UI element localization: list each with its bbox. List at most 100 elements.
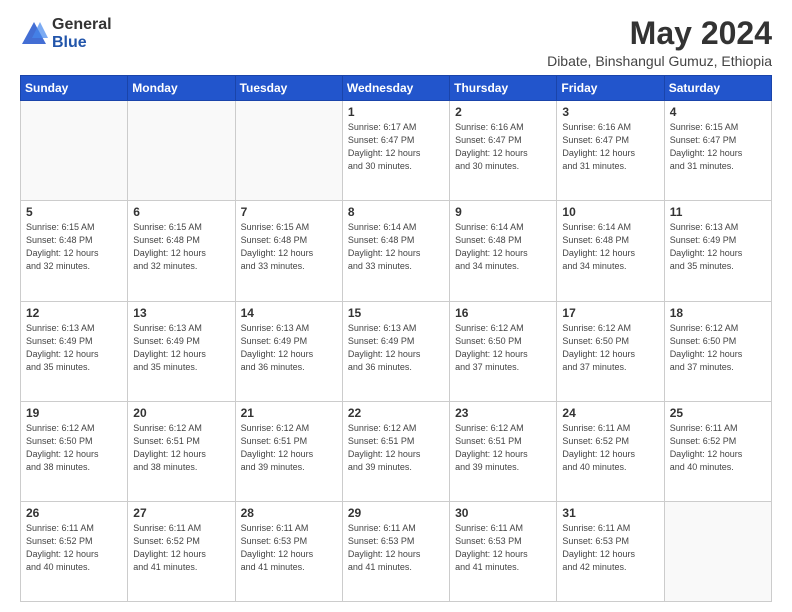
calendar-cell: 7 Sunrise: 6:15 AM Sunset: 6:48 PM Daylig… xyxy=(235,201,342,301)
day-number: 29 xyxy=(348,506,444,520)
calendar-cell: 4 Sunrise: 6:15 AM Sunset: 6:47 PM Daylig… xyxy=(664,101,771,201)
day-info: Sunrise: 6:11 AM Sunset: 6:53 PM Dayligh… xyxy=(455,522,551,574)
day-number: 6 xyxy=(133,205,229,219)
weekday-header-wednesday: Wednesday xyxy=(342,76,449,101)
calendar-cell: 26 Sunrise: 6:11 AM Sunset: 6:52 PM Dayli… xyxy=(21,501,128,601)
calendar-cell: 2Sunrise: 6:16 AM Sunset: 6:47 PM Daylig… xyxy=(450,101,557,201)
calendar-cell: 21Sunrise: 6:12 AM Sunset: 6:51 PM Dayli… xyxy=(235,401,342,501)
day-number: 25 xyxy=(670,406,766,420)
calendar-cell: 13 Sunrise: 6:13 AM Sunset: 6:49 PM Dayli… xyxy=(128,301,235,401)
day-info: Sunrise: 6:12 AM Sunset: 6:50 PM Dayligh… xyxy=(562,322,658,374)
calendar-cell: 3 Sunrise: 6:16 AM Sunset: 6:47 PM Daylig… xyxy=(557,101,664,201)
calendar-cell: 18 Sunrise: 6:12 AM Sunset: 6:50 PM Dayli… xyxy=(664,301,771,401)
day-number: 8 xyxy=(348,205,444,219)
calendar-cell: 27Sunrise: 6:11 AM Sunset: 6:52 PM Dayli… xyxy=(128,501,235,601)
calendar-cell: 6 Sunrise: 6:15 AM Sunset: 6:48 PM Daylig… xyxy=(128,201,235,301)
calendar-cell: 11 Sunrise: 6:13 AM Sunset: 6:49 PM Dayli… xyxy=(664,201,771,301)
day-info: Sunrise: 6:16 AM Sunset: 6:47 PM Dayligh… xyxy=(562,121,658,173)
week-row-1: 1Sunrise: 6:17 AM Sunset: 6:47 PM Daylig… xyxy=(21,101,772,201)
day-number: 31 xyxy=(562,506,658,520)
day-number: 2 xyxy=(455,105,551,119)
calendar-cell xyxy=(21,101,128,201)
weekday-header-saturday: Saturday xyxy=(664,76,771,101)
calendar-cell: 12Sunrise: 6:13 AM Sunset: 6:49 PM Dayli… xyxy=(21,301,128,401)
day-info: Sunrise: 6:15 AM Sunset: 6:47 PM Dayligh… xyxy=(670,121,766,173)
day-number: 28 xyxy=(241,506,337,520)
weekday-header-friday: Friday xyxy=(557,76,664,101)
day-number: 30 xyxy=(455,506,551,520)
day-info: Sunrise: 6:11 AM Sunset: 6:52 PM Dayligh… xyxy=(133,522,229,574)
day-info: Sunrise: 6:12 AM Sunset: 6:51 PM Dayligh… xyxy=(348,422,444,474)
day-info: Sunrise: 6:15 AM Sunset: 6:48 PM Dayligh… xyxy=(133,221,229,273)
day-number: 18 xyxy=(670,306,766,320)
day-info: Sunrise: 6:11 AM Sunset: 6:52 PM Dayligh… xyxy=(562,422,658,474)
day-info: Sunrise: 6:14 AM Sunset: 6:48 PM Dayligh… xyxy=(348,221,444,273)
day-info: Sunrise: 6:11 AM Sunset: 6:52 PM Dayligh… xyxy=(670,422,766,474)
calendar-cell: 15Sunrise: 6:13 AM Sunset: 6:49 PM Dayli… xyxy=(342,301,449,401)
calendar-cell: 23 Sunrise: 6:12 AM Sunset: 6:51 PM Dayli… xyxy=(450,401,557,501)
calendar-cell: 17 Sunrise: 6:12 AM Sunset: 6:50 PM Dayli… xyxy=(557,301,664,401)
day-number: 11 xyxy=(670,205,766,219)
day-info: Sunrise: 6:17 AM Sunset: 6:47 PM Dayligh… xyxy=(348,121,444,173)
day-number: 10 xyxy=(562,205,658,219)
day-number: 3 xyxy=(562,105,658,119)
day-info: Sunrise: 6:13 AM Sunset: 6:49 PM Dayligh… xyxy=(26,322,122,374)
day-info: Sunrise: 6:12 AM Sunset: 6:51 PM Dayligh… xyxy=(133,422,229,474)
day-info: Sunrise: 6:13 AM Sunset: 6:49 PM Dayligh… xyxy=(133,322,229,374)
day-info: Sunrise: 6:15 AM Sunset: 6:48 PM Dayligh… xyxy=(26,221,122,273)
calendar-table: SundayMondayTuesdayWednesdayThursdayFrid… xyxy=(20,75,772,602)
day-number: 7 xyxy=(241,205,337,219)
week-row-5: 26 Sunrise: 6:11 AM Sunset: 6:52 PM Dayli… xyxy=(21,501,772,601)
day-info: Sunrise: 6:15 AM Sunset: 6:48 PM Dayligh… xyxy=(241,221,337,273)
day-info: Sunrise: 6:13 AM Sunset: 6:49 PM Dayligh… xyxy=(670,221,766,273)
day-number: 13 xyxy=(133,306,229,320)
day-number: 21 xyxy=(241,406,337,420)
main-title: May 2024 xyxy=(547,16,772,51)
header: General Blue May 2024 Dibate, Binshangul… xyxy=(20,16,772,69)
page: General Blue May 2024 Dibate, Binshangul… xyxy=(0,0,792,612)
day-info: Sunrise: 6:14 AM Sunset: 6:48 PM Dayligh… xyxy=(562,221,658,273)
day-number: 19 xyxy=(26,406,122,420)
day-info: Sunrise: 6:12 AM Sunset: 6:50 PM Dayligh… xyxy=(670,322,766,374)
calendar-cell: 10 Sunrise: 6:14 AM Sunset: 6:48 PM Dayli… xyxy=(557,201,664,301)
week-row-4: 19 Sunrise: 6:12 AM Sunset: 6:50 PM Dayli… xyxy=(21,401,772,501)
weekday-header-sunday: Sunday xyxy=(21,76,128,101)
calendar-cell: 8 Sunrise: 6:14 AM Sunset: 6:48 PM Daylig… xyxy=(342,201,449,301)
logo-icon xyxy=(20,20,48,48)
calendar-cell: 20Sunrise: 6:12 AM Sunset: 6:51 PM Dayli… xyxy=(128,401,235,501)
weekday-row: SundayMondayTuesdayWednesdayThursdayFrid… xyxy=(21,76,772,101)
day-info: Sunrise: 6:12 AM Sunset: 6:51 PM Dayligh… xyxy=(455,422,551,474)
week-row-3: 12Sunrise: 6:13 AM Sunset: 6:49 PM Dayli… xyxy=(21,301,772,401)
calendar-header: SundayMondayTuesdayWednesdayThursdayFrid… xyxy=(21,76,772,101)
day-info: Sunrise: 6:13 AM Sunset: 6:49 PM Dayligh… xyxy=(241,322,337,374)
calendar-cell: 31Sunrise: 6:11 AM Sunset: 6:53 PM Dayli… xyxy=(557,501,664,601)
title-block: May 2024 Dibate, Binshangul Gumuz, Ethio… xyxy=(547,16,772,69)
location-subtitle: Dibate, Binshangul Gumuz, Ethiopia xyxy=(547,53,772,69)
day-number: 24 xyxy=(562,406,658,420)
day-info: Sunrise: 6:14 AM Sunset: 6:48 PM Dayligh… xyxy=(455,221,551,273)
day-number: 5 xyxy=(26,205,122,219)
calendar-cell xyxy=(664,501,771,601)
day-number: 4 xyxy=(670,105,766,119)
day-info: Sunrise: 6:12 AM Sunset: 6:50 PM Dayligh… xyxy=(26,422,122,474)
day-number: 23 xyxy=(455,406,551,420)
day-info: Sunrise: 6:12 AM Sunset: 6:50 PM Dayligh… xyxy=(455,322,551,374)
day-info: Sunrise: 6:13 AM Sunset: 6:49 PM Dayligh… xyxy=(348,322,444,374)
day-number: 16 xyxy=(455,306,551,320)
day-number: 9 xyxy=(455,205,551,219)
calendar-cell: 16 Sunrise: 6:12 AM Sunset: 6:50 PM Dayli… xyxy=(450,301,557,401)
logo: General Blue xyxy=(20,16,112,51)
calendar-cell: 22 Sunrise: 6:12 AM Sunset: 6:51 PM Dayli… xyxy=(342,401,449,501)
day-number: 22 xyxy=(348,406,444,420)
calendar-cell: 19 Sunrise: 6:12 AM Sunset: 6:50 PM Dayli… xyxy=(21,401,128,501)
day-number: 26 xyxy=(26,506,122,520)
weekday-header-thursday: Thursday xyxy=(450,76,557,101)
logo-blue: Blue xyxy=(52,34,112,52)
day-info: Sunrise: 6:11 AM Sunset: 6:53 PM Dayligh… xyxy=(348,522,444,574)
calendar-cell: 25 Sunrise: 6:11 AM Sunset: 6:52 PM Dayli… xyxy=(664,401,771,501)
day-number: 17 xyxy=(562,306,658,320)
calendar-cell: 14Sunrise: 6:13 AM Sunset: 6:49 PM Dayli… xyxy=(235,301,342,401)
logo-text: General Blue xyxy=(52,16,112,51)
week-row-2: 5 Sunrise: 6:15 AM Sunset: 6:48 PM Daylig… xyxy=(21,201,772,301)
day-info: Sunrise: 6:11 AM Sunset: 6:52 PM Dayligh… xyxy=(26,522,122,574)
